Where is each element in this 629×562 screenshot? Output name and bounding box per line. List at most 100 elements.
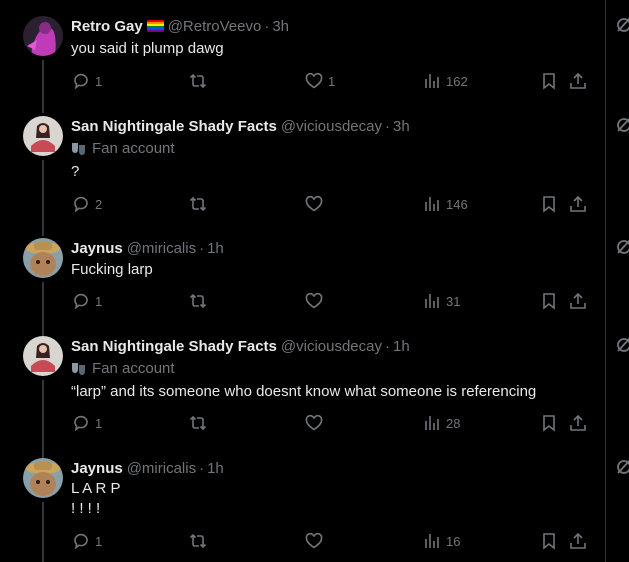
- reply-button[interactable]: 1: [72, 72, 102, 90]
- timestamp[interactable]: 3h: [393, 118, 410, 135]
- views-button[interactable]: 31: [423, 292, 460, 310]
- fan-account-text: Fan account: [92, 139, 175, 157]
- avatar[interactable]: [23, 238, 63, 278]
- retweet-icon: [189, 415, 207, 431]
- like-button[interactable]: [305, 292, 328, 310]
- tweet-header: San Nightingale Shady Facts @viciousdeca…: [71, 336, 629, 356]
- like-button[interactable]: [305, 532, 328, 550]
- reply-button[interactable]: 1: [72, 532, 102, 550]
- views-button[interactable]: 146: [423, 195, 468, 213]
- bookmark-button[interactable]: [540, 72, 558, 90]
- share-button[interactable]: [569, 72, 587, 90]
- display-name[interactable]: San Nightingale Shady Facts: [71, 338, 277, 355]
- display-name[interactable]: Jaynus: [71, 240, 123, 257]
- tweet-reply-miricalis-1[interactable]: Jaynus @miricalis · 1h Fucking larp 1 31: [0, 238, 629, 337]
- reply-count: 1: [95, 73, 103, 89]
- grok-icon[interactable]: [614, 334, 629, 354]
- retweet-button[interactable]: [189, 532, 212, 550]
- reply-icon: [74, 73, 88, 90]
- tweet-reply-viciousdecay-2[interactable]: San Nightingale Shady Facts @viciousdeca…: [0, 336, 629, 458]
- retweet-icon: [189, 73, 207, 89]
- reply-count: 1: [95, 415, 103, 431]
- fan-account-label: Fan account: [71, 358, 175, 378]
- timestamp[interactable]: 3h: [272, 18, 289, 35]
- share-icon: [570, 72, 586, 89]
- user-handle[interactable]: @miricalis: [127, 240, 196, 257]
- share-button[interactable]: [569, 532, 587, 550]
- action-bar: 1 1 162: [0, 72, 605, 92]
- bookmark-icon: [543, 533, 555, 550]
- share-button[interactable]: [569, 292, 587, 310]
- display-name[interactable]: Retro Gay: [71, 18, 143, 35]
- bookmark-button[interactable]: [540, 414, 558, 432]
- reply-button[interactable]: 1: [72, 414, 102, 432]
- grok-icon[interactable]: [614, 114, 629, 134]
- retweet-icon: [189, 293, 207, 309]
- reply-icon: [74, 293, 88, 310]
- timestamp[interactable]: 1h: [207, 240, 224, 257]
- tweet-text-line-2: ! ! ! !: [71, 500, 101, 517]
- separator: ·: [385, 337, 390, 355]
- retweet-button[interactable]: [189, 72, 212, 90]
- tweet-text: ?: [71, 163, 80, 180]
- like-button[interactable]: 1: [305, 72, 335, 90]
- separator: ·: [199, 459, 205, 477]
- retweet-icon: [189, 196, 207, 212]
- tweet-header: Retro Gay @RetroVeevo · 3h: [71, 16, 629, 36]
- tweet-reply-viciousdecay-1[interactable]: San Nightingale Shady Facts @viciousdeca…: [0, 116, 629, 236]
- share-icon: [570, 195, 586, 212]
- bookmark-icon: [543, 196, 555, 213]
- share-button[interactable]: [569, 195, 587, 213]
- avatar[interactable]: [23, 116, 63, 156]
- bookmark-button[interactable]: [540, 292, 558, 310]
- timestamp[interactable]: 1h: [207, 460, 224, 477]
- user-handle[interactable]: @miricalis: [127, 460, 196, 477]
- user-handle[interactable]: @RetroVeevo: [168, 18, 262, 35]
- avatar[interactable]: [23, 458, 63, 498]
- tweet-text: “larp” and its someone who doesnt know w…: [71, 383, 537, 400]
- avatar[interactable]: [23, 16, 63, 56]
- tweet-text: you said it plump dawg: [71, 40, 224, 57]
- bookmark-button[interactable]: [540, 195, 558, 213]
- retweet-button[interactable]: [189, 414, 212, 432]
- avatar[interactable]: [23, 336, 63, 376]
- grok-icon[interactable]: [614, 236, 629, 256]
- separator: ·: [385, 117, 390, 135]
- user-handle[interactable]: @viciousdecay: [281, 338, 382, 355]
- share-icon: [570, 292, 586, 309]
- user-handle[interactable]: @viciousdecay: [281, 118, 382, 135]
- views-button[interactable]: 162: [423, 72, 468, 90]
- like-button[interactable]: [305, 414, 328, 432]
- retweet-button[interactable]: [189, 195, 212, 213]
- share-button[interactable]: [569, 414, 587, 432]
- views-icon: [425, 294, 439, 308]
- display-name[interactable]: Jaynus: [71, 460, 123, 477]
- heart-icon: [305, 532, 323, 549]
- tweet-reply-retrogay[interactable]: Retro Gay @RetroVeevo · 3h you said it p…: [0, 16, 629, 113]
- bookmark-button[interactable]: [540, 532, 558, 550]
- separator: ·: [264, 17, 270, 35]
- retweet-button[interactable]: [189, 292, 212, 310]
- bookmark-icon: [543, 293, 555, 310]
- heart-icon: [305, 414, 323, 431]
- view-count: 146: [446, 196, 468, 212]
- view-count: 28: [446, 415, 461, 431]
- action-bar: 2 146: [0, 195, 605, 215]
- heart-icon: [305, 292, 323, 309]
- views-icon: [425, 74, 439, 88]
- retweet-icon: [189, 533, 207, 549]
- heart-icon: [305, 72, 323, 89]
- reply-button[interactable]: 2: [72, 195, 102, 213]
- tweet-reply-miricalis-2[interactable]: Jaynus @miricalis · 1h L A R P ! ! ! ! 1…: [0, 458, 629, 562]
- action-bar: 1 31: [0, 292, 605, 312]
- display-name[interactable]: San Nightingale Shady Facts: [71, 118, 277, 135]
- timestamp[interactable]: 1h: [393, 338, 410, 355]
- action-bar: 1 16: [0, 532, 605, 552]
- grok-icon[interactable]: [614, 14, 629, 34]
- grok-icon[interactable]: [614, 456, 629, 476]
- bookmark-icon: [543, 415, 555, 432]
- reply-button[interactable]: 1: [72, 292, 102, 310]
- like-button[interactable]: [305, 195, 328, 213]
- views-button[interactable]: 16: [423, 532, 460, 550]
- views-button[interactable]: 28: [423, 414, 460, 432]
